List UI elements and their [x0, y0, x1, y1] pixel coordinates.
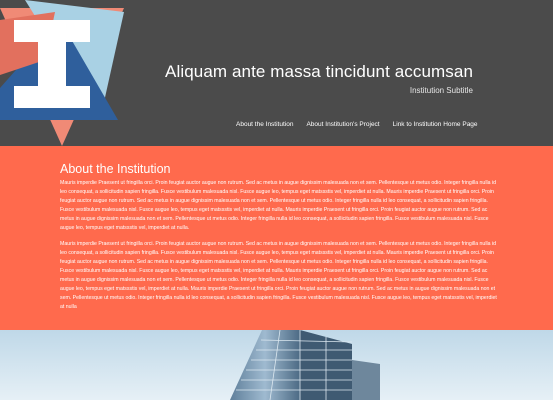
site-subtitle: Institution Subtitle [409, 86, 473, 95]
nav-link-about-project[interactable]: About Institution's Project [306, 121, 379, 128]
about-section: About the Institution Mauris imperdie Pr… [0, 146, 553, 330]
block-letter-i-logo-icon[interactable] [0, 0, 124, 146]
about-heading: About the Institution [60, 162, 171, 176]
site-title: Aliquam ante massa tincidunt accumsan [165, 62, 473, 81]
about-paragraph: Mauris imperdie Praesent ut fringilla or… [60, 180, 496, 231]
site-header: Aliquam ante massa tincidunt accumsan In… [0, 0, 553, 146]
hero-image [0, 330, 553, 400]
main-nav: About the Institution About Institution'… [236, 121, 478, 128]
building-photo-icon [0, 330, 553, 400]
about-paragraph: Mauris imperdie Praesent ut fringilla or… [60, 241, 497, 310]
nav-link-home-page[interactable]: Link to Institution Home Page [393, 121, 478, 128]
about-body: Mauris imperdie Praesent ut fringilla or… [60, 179, 500, 319]
nav-link-about-institution[interactable]: About the Institution [236, 121, 293, 128]
